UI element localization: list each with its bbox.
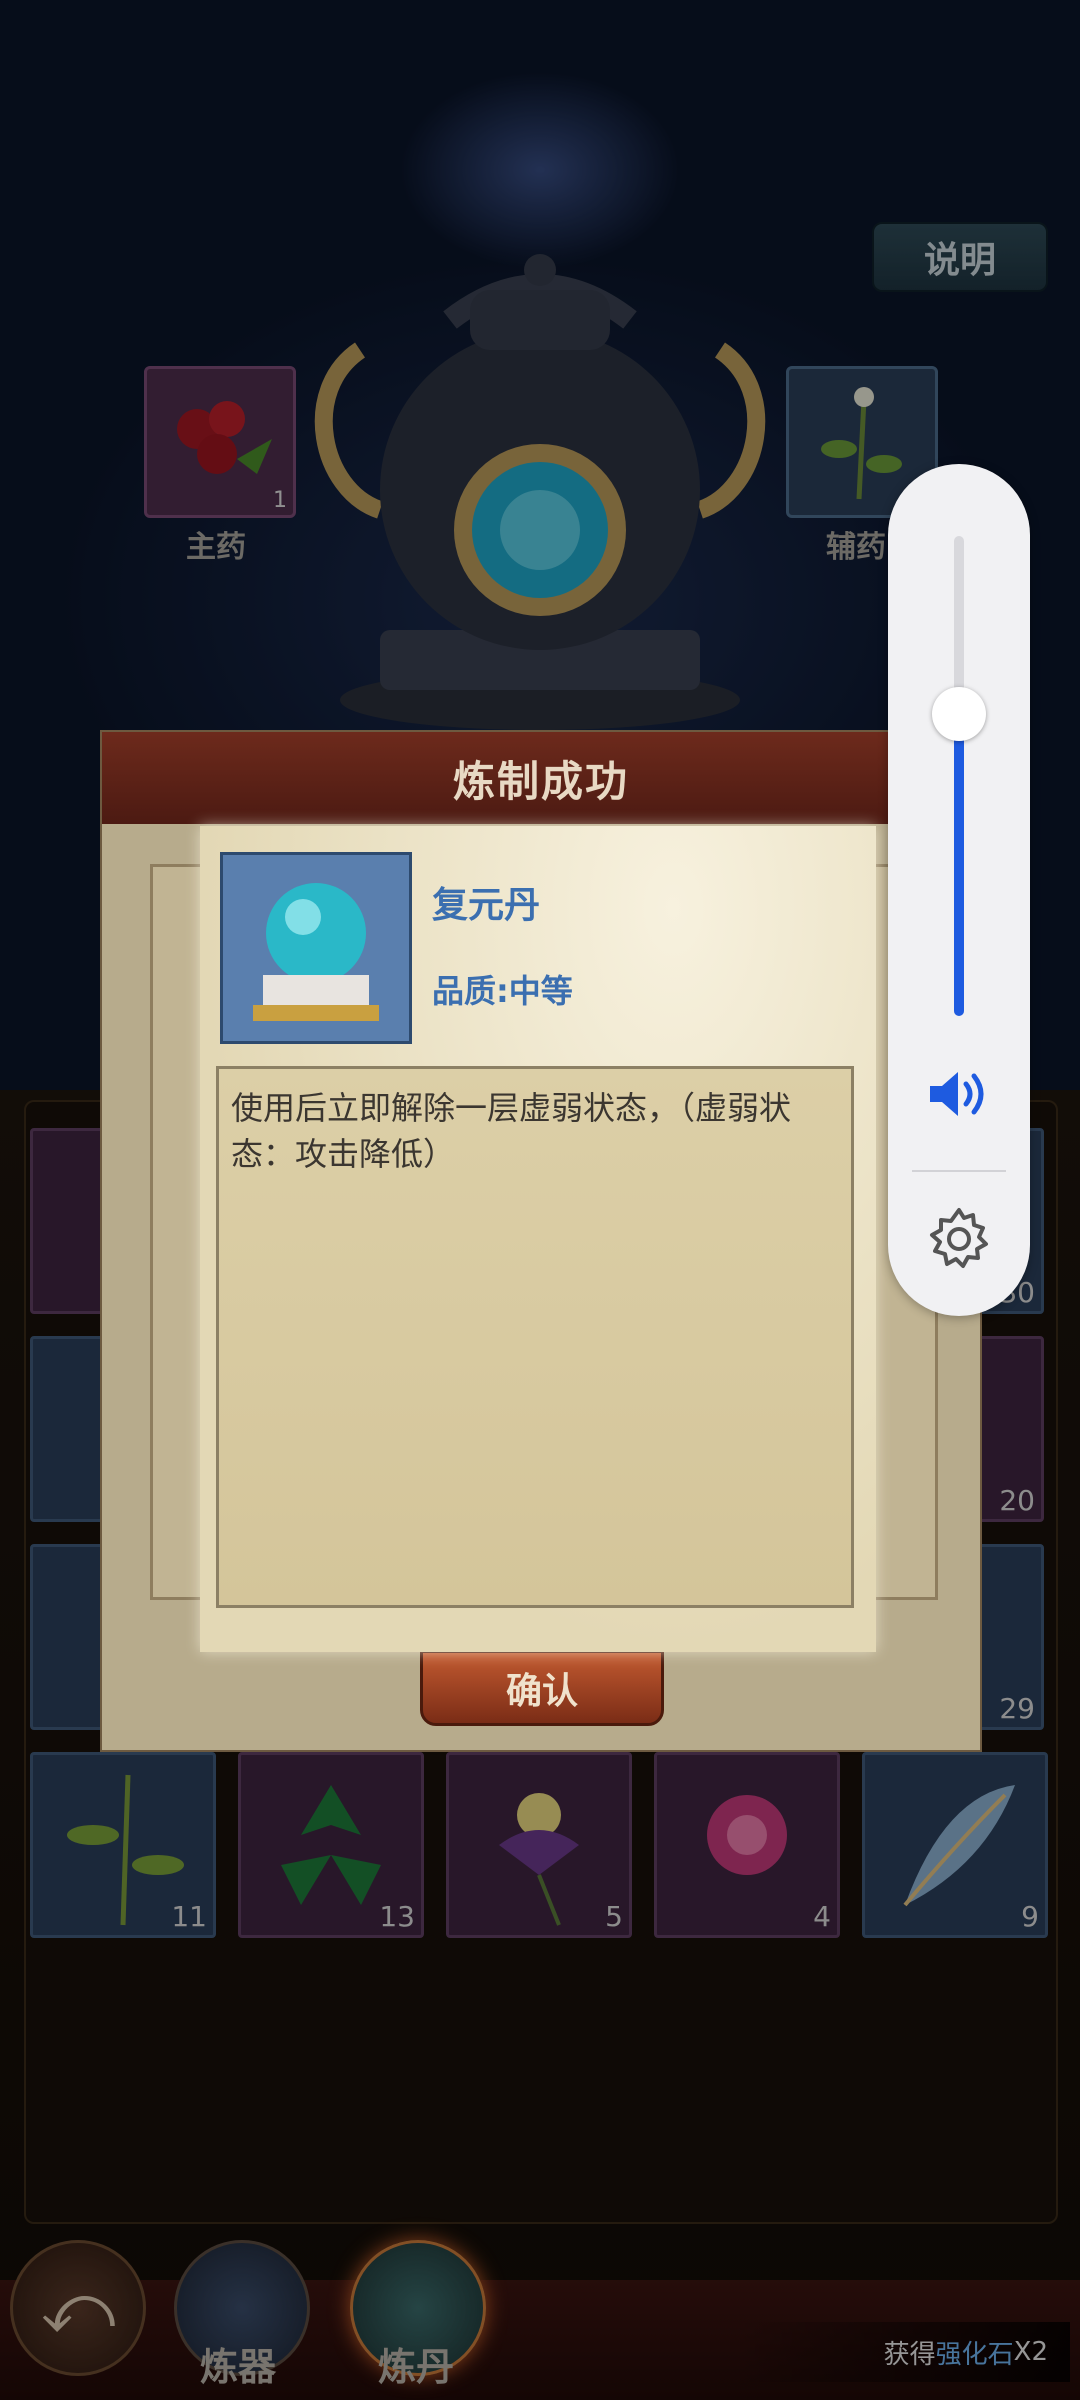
volume-slider-knob[interactable]: [932, 687, 986, 741]
item-icon: [220, 852, 412, 1044]
volume-divider: [912, 1170, 1006, 1172]
volume-panel: [888, 464, 1030, 1316]
crystal-orb-icon: [253, 883, 379, 1021]
speaker-icon[interactable]: [926, 1066, 992, 1122]
item-quality: 品质:中等: [432, 972, 573, 1010]
volume-slider-fill: [954, 714, 964, 1016]
settings-gear-icon[interactable]: [926, 1206, 992, 1272]
item-detail-card: 复元丹 品质:中等 使用后立即解除一层虚弱状态，（虚弱状态：攻击降低）: [200, 826, 876, 1652]
item-description: 使用后立即解除一层虚弱状态，（虚弱状态：攻击降低）: [216, 1066, 854, 1608]
item-name: 复元丹: [432, 885, 541, 926]
dialog-title: 炼制成功: [102, 732, 980, 824]
confirm-button[interactable]: 确认: [420, 1650, 664, 1726]
